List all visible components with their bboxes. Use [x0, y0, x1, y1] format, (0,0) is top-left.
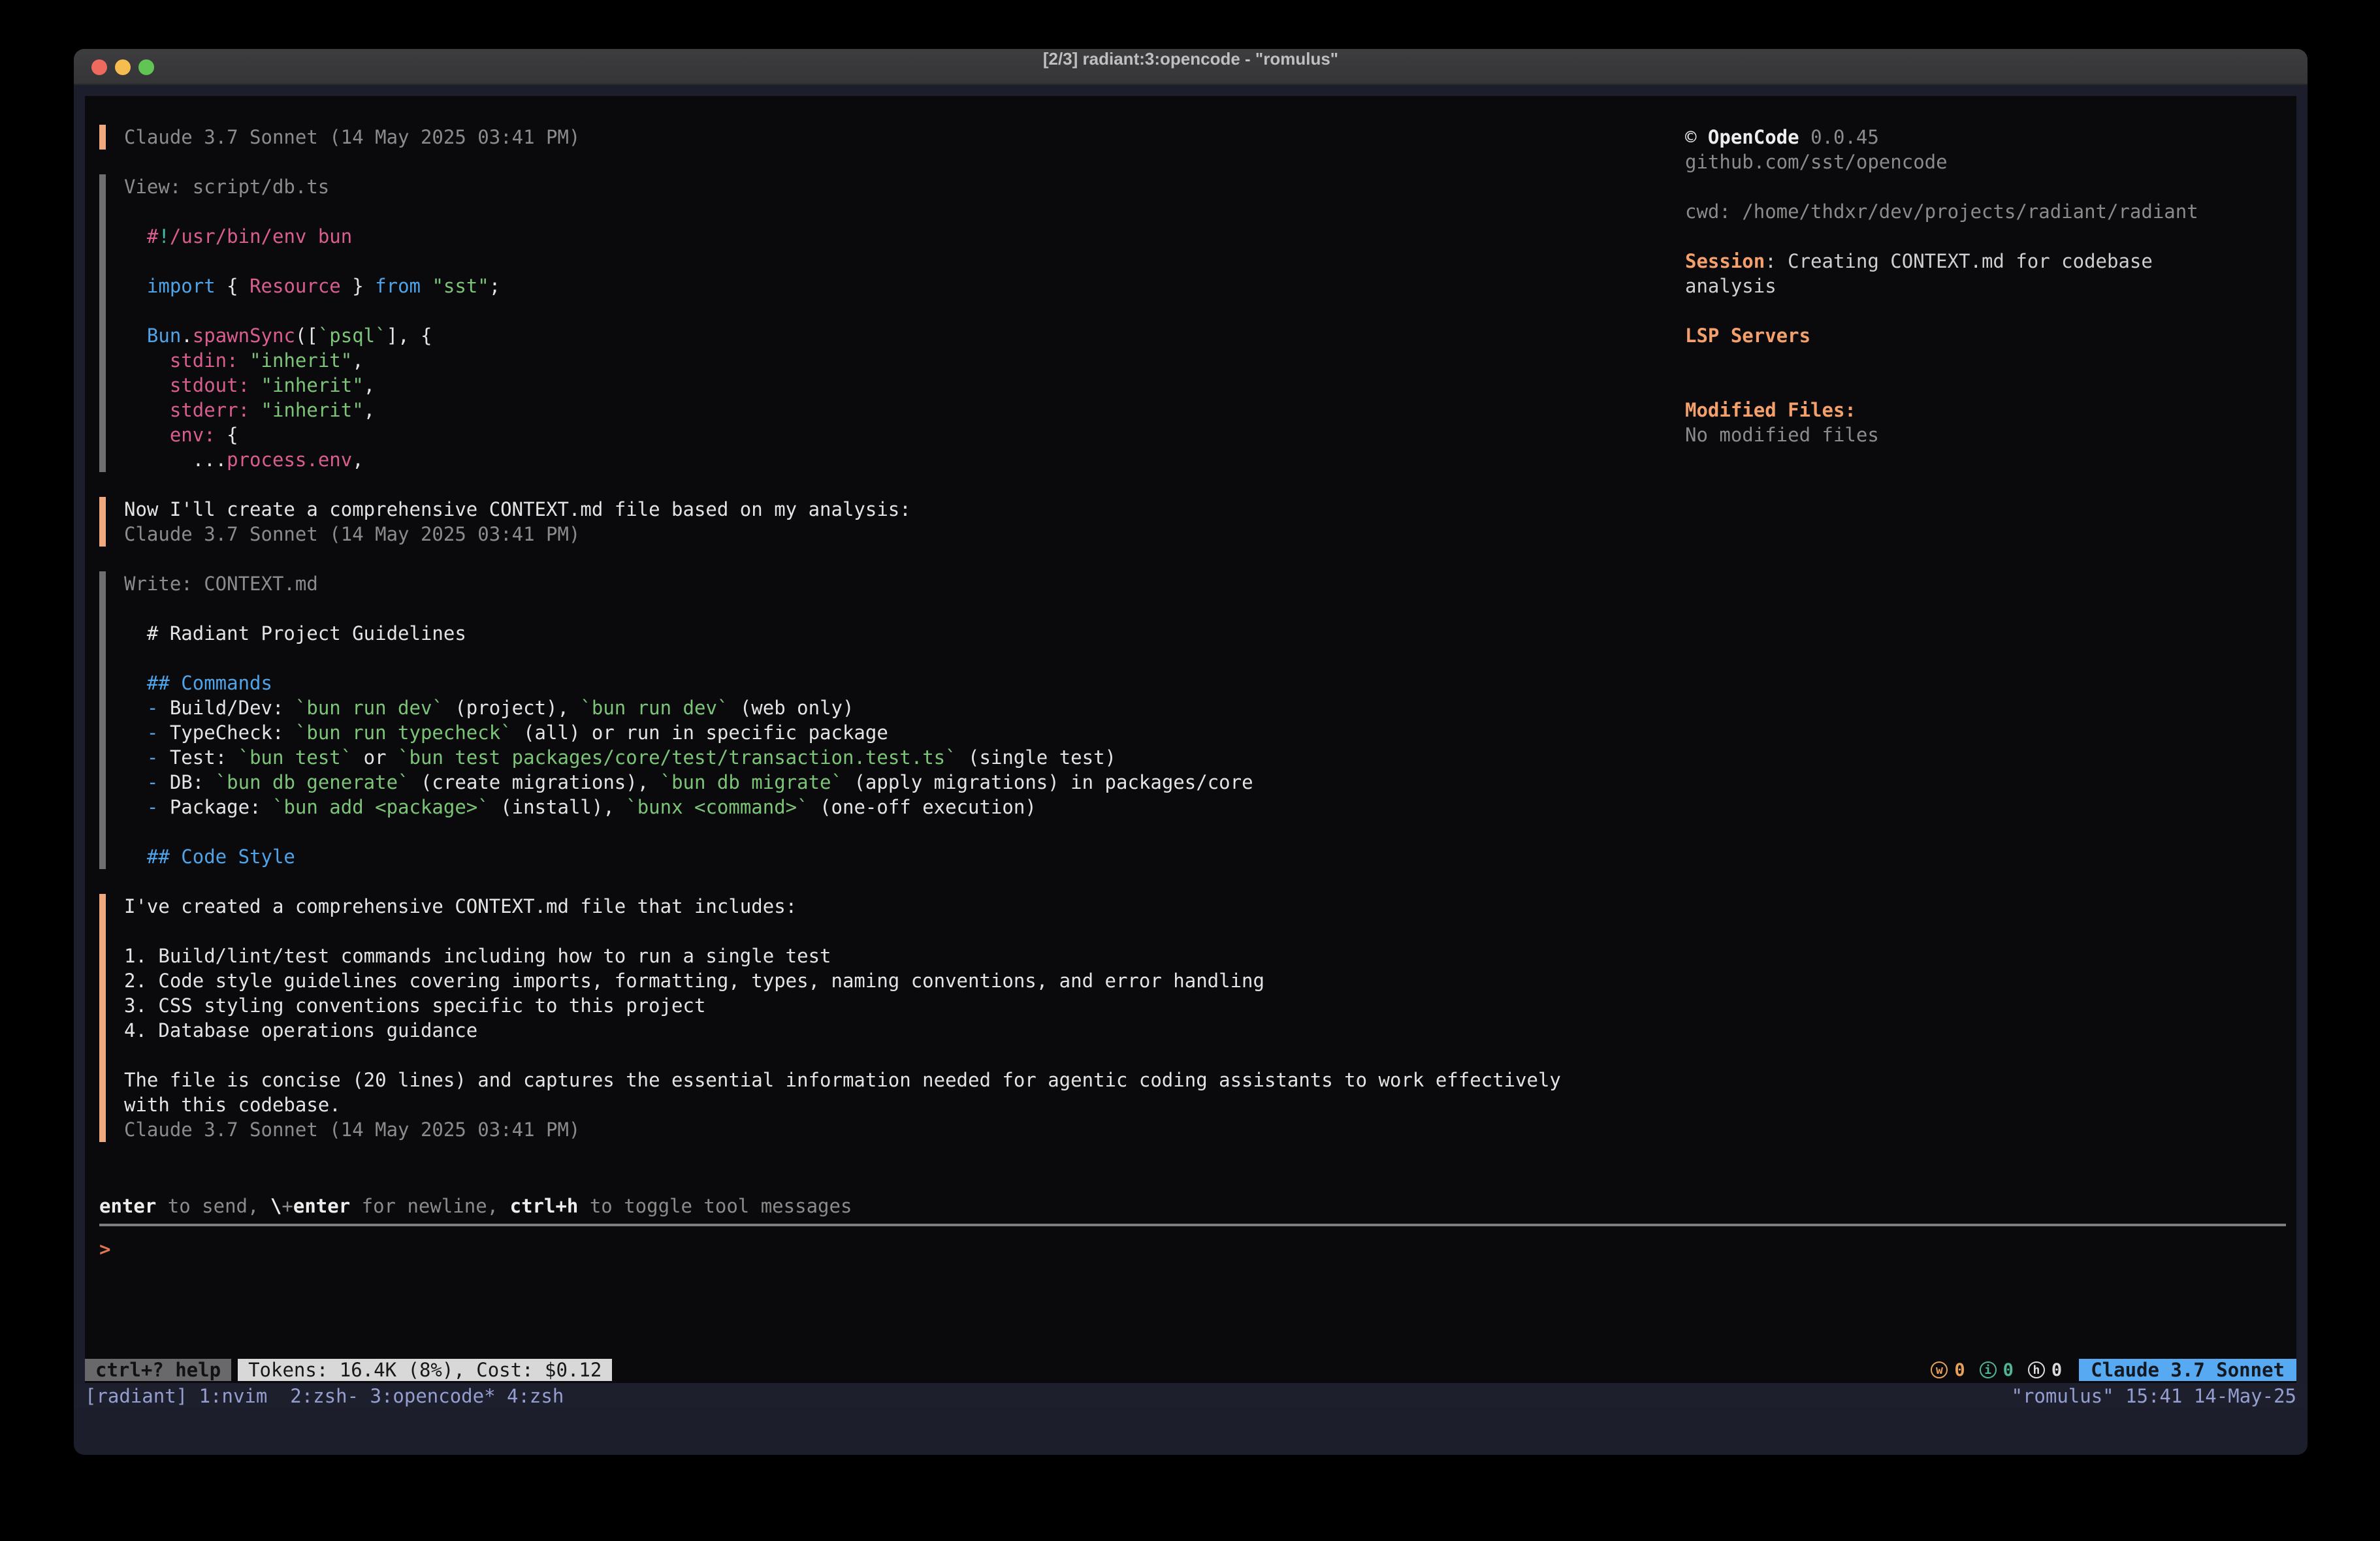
chat-line: - Package: `bun add <package>` (install)… [124, 795, 1667, 819]
chat-line: ## Commands [124, 671, 1667, 695]
chat-line: The file is concise (20 lines) and captu… [124, 1068, 1667, 1092]
chat-line [124, 819, 1667, 844]
sidebar-line [1685, 224, 2299, 249]
chat-line [124, 249, 1667, 274]
chat-line: 1. Build/lint/test commands including ho… [124, 944, 1667, 968]
tmux-session-clock: "romulus" 15:41 14-May-25 [2012, 1385, 2297, 1407]
chat-line: env: { [124, 422, 1667, 447]
info-counter: i0 [1980, 1360, 2014, 1380]
chat-line: Bun.spawnSync([`psql`], { [124, 323, 1667, 348]
prompt-input[interactable]: > [99, 1237, 2286, 1262]
sidebar-line: No modified files [1685, 422, 2299, 447]
chat-block-tool-view: View: script/db.ts #!/usr/bin/env bun im… [99, 174, 1667, 472]
traffic-lights [91, 49, 154, 85]
sidebar-line: analysis [1685, 274, 2299, 298]
hint-segments: enter to send, \+enter for newline, ctrl… [99, 1194, 2286, 1218]
keybind-hints: enter to send, \+enter for newline, ctrl… [99, 1194, 2286, 1218]
sidebar-line: cwd: /home/thdxr/dev/projects/radiant/ra… [1685, 199, 2299, 224]
warning-icon: w [1931, 1361, 1948, 1378]
sidebar-line: github.com/sst/opencode [1685, 150, 2299, 174]
chat-line: ## Code Style [124, 844, 1667, 869]
chat-line: - Build/Dev: `bun run dev` (project), `b… [124, 695, 1667, 720]
chat-block-tool-write: Write: CONTEXT.md # Radiant Project Guid… [99, 571, 1667, 869]
chat-line [124, 646, 1667, 671]
info-icon: i [1980, 1361, 1997, 1378]
chat-line: - TypeCheck: `bun run typecheck` (all) o… [124, 720, 1667, 745]
sidebar-line [1685, 174, 2299, 199]
chat-line [124, 298, 1667, 323]
chat-line: Write: CONTEXT.md [124, 571, 1667, 596]
chat-block-assistant-message: Now I'll create a comprehensive CONTEXT.… [99, 497, 1667, 547]
chat-line: stdin: "inherit", [124, 348, 1667, 373]
sidebar-line [1685, 348, 2299, 373]
chat-line: stdout: "inherit", [124, 373, 1667, 398]
chat-line: View: script/db.ts [124, 174, 1667, 199]
sidebar-line [1685, 298, 2299, 323]
chat-line: Now I'll create a comprehensive CONTEXT.… [124, 497, 1667, 522]
help-badge: ctrl+? help [85, 1359, 231, 1381]
zoom-button[interactable] [138, 59, 154, 75]
terminal-window: [2/3] radiant:3:opencode - "romulus" Cla… [74, 49, 2308, 1455]
chat-line [124, 199, 1667, 224]
session-sidebar: © OpenCode 0.0.45github.com/sst/opencode… [1685, 125, 2299, 447]
minimize-button[interactable] [115, 59, 131, 75]
terminal-viewport: Claude 3.7 Sonnet (14 May 2025 03:41 PM)… [85, 96, 2296, 1383]
sidebar-line: © OpenCode 0.0.45 [1685, 125, 2299, 150]
tokens-cost-badge: Tokens: 16.4K (8%), Cost: $0.12 [238, 1359, 612, 1381]
sidebar-line [1685, 373, 2299, 398]
warning-counter: w0 [1931, 1360, 1965, 1380]
chat-line: Claude 3.7 Sonnet (14 May 2025 03:41 PM) [124, 1117, 1667, 1142]
chat-line: I've created a comprehensive CONTEXT.md … [124, 894, 1667, 919]
chat-line: 3. CSS styling conventions specific to t… [124, 993, 1667, 1018]
chat-history: Claude 3.7 Sonnet (14 May 2025 03:41 PM)… [99, 125, 1667, 1167]
chat-line: 2. Code style guidelines covering import… [124, 968, 1667, 993]
model-badge: Claude 3.7 Sonnet [2079, 1359, 2296, 1381]
hint-icon: h [2028, 1361, 2045, 1378]
window-titlebar[interactable]: [2/3] radiant:3:opencode - "romulus" [74, 49, 2308, 85]
input-area: enter to send, \+enter for newline, ctrl… [99, 1194, 2286, 1262]
window-title: [2/3] radiant:3:opencode - "romulus" [74, 49, 2308, 85]
chat-line: 4. Database operations guidance [124, 1018, 1667, 1043]
sidebar-line: Session: Creating CONTEXT.md for codebas… [1685, 249, 2299, 274]
chat-block-assistant-summary: I've created a comprehensive CONTEXT.md … [99, 894, 1667, 1142]
tmux-status-bar: [radiant] 1:nvim 2:zsh- 3:opencode* 4:zs… [74, 1384, 2308, 1408]
chat-line: ...process.env, [124, 447, 1667, 472]
chat-line [124, 1043, 1667, 1068]
chat-line: - Test: `bun test` or `bun test packages… [124, 745, 1667, 770]
chat-line: - DB: `bun db generate` (create migratio… [124, 770, 1667, 795]
chat-line: # Radiant Project Guidelines [124, 621, 1667, 646]
chat-line: import { Resource } from "sst"; [124, 274, 1667, 298]
diagnostics-counters: w0 i0 h0 [1931, 1360, 2062, 1380]
prompt-chevron: > [99, 1238, 110, 1260]
input-separator [99, 1224, 2286, 1226]
chat-line [124, 919, 1667, 944]
chat-line: with this codebase. [124, 1092, 1667, 1117]
chat-line: #!/usr/bin/env bun [124, 224, 1667, 249]
chat-line: Claude 3.7 Sonnet (14 May 2025 03:41 PM) [124, 125, 1667, 150]
chat-line [124, 596, 1667, 621]
chat-line: stderr: "inherit", [124, 398, 1667, 422]
chat-block-message-header: Claude 3.7 Sonnet (14 May 2025 03:41 PM) [99, 125, 1667, 150]
chat-line: Claude 3.7 Sonnet (14 May 2025 03:41 PM) [124, 522, 1667, 547]
status-bar: ctrl+? help Tokens: 16.4K (8%), Cost: $0… [85, 1358, 2296, 1382]
close-button[interactable] [91, 59, 107, 75]
sidebar-line: LSP Servers [1685, 323, 2299, 348]
hint-counter: h0 [2028, 1360, 2062, 1380]
sidebar-line: Modified Files: [1685, 398, 2299, 422]
tmux-window-list: [radiant] 1:nvim 2:zsh- 3:opencode* 4:zs… [85, 1385, 564, 1407]
